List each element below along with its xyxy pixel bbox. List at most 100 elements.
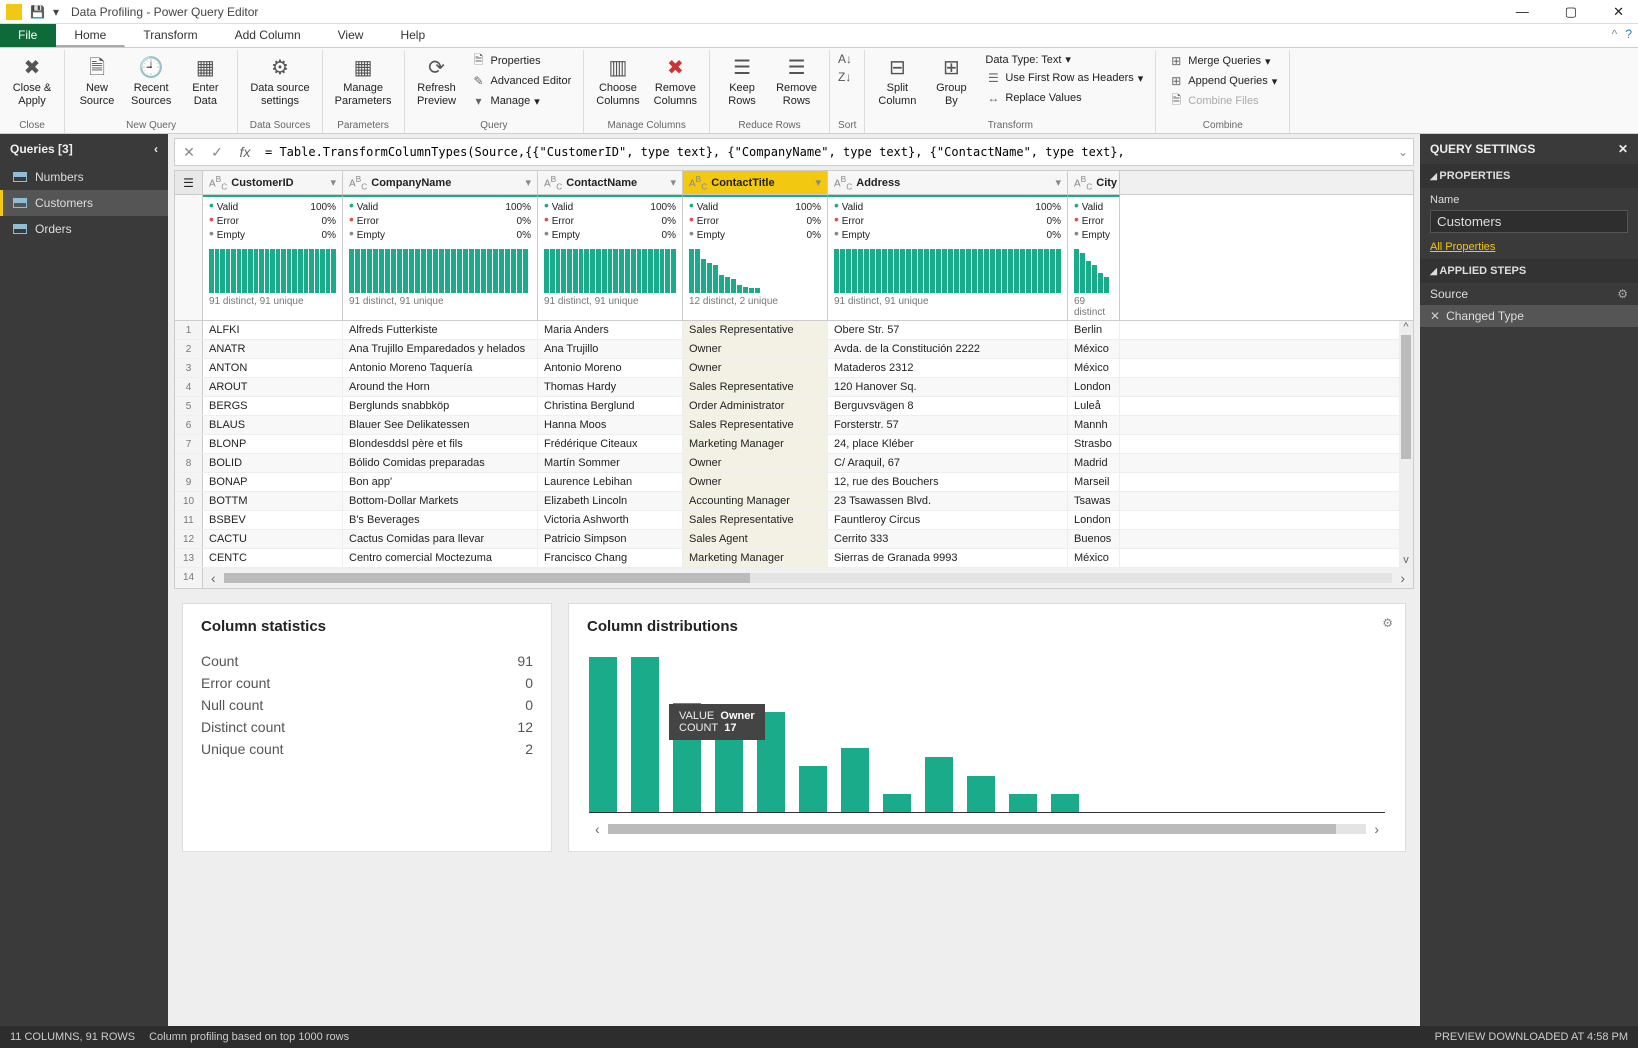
table-row[interactable]: 7BLONPBlondesddsl père et filsFrédérique… <box>175 435 1413 454</box>
cell[interactable]: 120 Hanover Sq. <box>828 378 1068 396</box>
fx-icon[interactable]: fx <box>231 144 259 160</box>
dist-bar[interactable] <box>925 757 953 812</box>
scroll-left-icon[interactable]: ‹ <box>587 821 608 837</box>
cell[interactable]: México <box>1068 549 1120 567</box>
close-icon[interactable]: ✕ <box>1618 142 1628 156</box>
cell[interactable]: Hanna Moos <box>538 416 683 434</box>
cell[interactable]: Francisco Chang <box>538 549 683 567</box>
keep-rows-button[interactable]: ☰Keep Rows <box>718 52 766 110</box>
scroll-thumb[interactable] <box>608 824 1336 834</box>
cell[interactable]: 12, rue des Bouchers <box>828 473 1068 491</box>
cell[interactable]: 24, place Kléber <box>828 435 1068 453</box>
query-item-numbers[interactable]: Numbers <box>0 164 168 190</box>
dist-bar[interactable] <box>631 657 659 812</box>
data-rows[interactable]: ^ v 1ALFKIAlfreds FutterkisteMaria Ander… <box>175 321 1413 568</box>
cell[interactable]: Antonio Moreno <box>538 359 683 377</box>
table-row[interactable]: 1ALFKIAlfreds FutterkisteMaria AndersSal… <box>175 321 1413 340</box>
table-row[interactable]: 11BSBEVB's BeveragesVictoria AshworthSal… <box>175 511 1413 530</box>
close-apply-button[interactable]: ✖ Close & Apply <box>8 52 56 110</box>
cell[interactable]: Cerrito 333 <box>828 530 1068 548</box>
cell[interactable]: Thomas Hardy <box>538 378 683 396</box>
table-row[interactable]: 5BERGSBerglunds snabbköpChristina Berglu… <box>175 397 1413 416</box>
close-icon[interactable]: ✕ <box>1605 2 1632 22</box>
maximize-icon[interactable]: ▢ <box>1557 2 1585 22</box>
cell[interactable]: Strasbo <box>1068 435 1120 453</box>
dist-bar[interactable] <box>589 657 617 812</box>
cell[interactable]: Bon app' <box>343 473 538 491</box>
scroll-up-icon[interactable]: ^ <box>1399 321 1413 335</box>
chevron-down-icon[interactable]: ▾ <box>811 176 821 189</box>
column-header-city[interactable]: ABCCity <box>1068 171 1120 194</box>
cell[interactable]: Berglunds snabbköp <box>343 397 538 415</box>
cell[interactable]: BLONP <box>203 435 343 453</box>
cell[interactable]: Bottom-Dollar Markets <box>343 492 538 510</box>
dist-bar[interactable] <box>967 776 995 812</box>
manage-parameters-button[interactable]: ▦Manage Parameters <box>331 52 396 110</box>
cell[interactable]: Owner <box>683 340 828 358</box>
cell[interactable]: Elizabeth Lincoln <box>538 492 683 510</box>
cell[interactable]: Around the Horn <box>343 378 538 396</box>
cell[interactable]: Christina Berglund <box>538 397 683 415</box>
advanced-editor-button[interactable]: ✎Advanced Editor <box>467 72 576 90</box>
vertical-scrollbar[interactable]: ^ v <box>1399 321 1413 568</box>
sort-asc-icon[interactable]: A↓ <box>838 52 852 66</box>
column-header-customerid[interactable]: ABCCustomerID▾ <box>203 171 343 194</box>
cell[interactable]: Accounting Manager <box>683 492 828 510</box>
cell[interactable]: Bólido Comidas preparadas <box>343 454 538 472</box>
recent-sources-button[interactable]: 🕘Recent Sources <box>127 52 175 110</box>
choose-columns-button[interactable]: ▥Choose Columns <box>592 52 643 110</box>
cell[interactable]: BLAUS <box>203 416 343 434</box>
cell[interactable]: Madrid <box>1068 454 1120 472</box>
remove-rows-button[interactable]: ☰Remove Rows <box>772 52 821 110</box>
scroll-right-icon[interactable]: › <box>1392 570 1413 586</box>
cell[interactable]: Sierras de Granada 9993 <box>828 549 1068 567</box>
chevron-down-icon[interactable]: ▾ <box>521 176 531 189</box>
cell[interactable]: CENTC <box>203 549 343 567</box>
table-row[interactable]: 8BOLIDBólido Comidas preparadasMartín So… <box>175 454 1413 473</box>
cell[interactable]: B's Beverages <box>343 511 538 529</box>
table-row[interactable]: 10BOTTMBottom-Dollar MarketsElizabeth Li… <box>175 492 1413 511</box>
cell[interactable]: Obere Str. 57 <box>828 321 1068 339</box>
cell[interactable]: Alfreds Futterkiste <box>343 321 538 339</box>
menu-add-column[interactable]: Add Column <box>217 24 320 47</box>
dist-bar[interactable] <box>1051 794 1079 812</box>
cell[interactable]: BERGS <box>203 397 343 415</box>
cell[interactable]: Ana Trujillo Emparedados y helados <box>343 340 538 358</box>
chevron-left-icon[interactable]: ‹ <box>154 142 158 156</box>
cell[interactable]: Ana Trujillo <box>538 340 683 358</box>
data-type-button[interactable]: Data Type: Text ▾ <box>981 52 1147 67</box>
column-header-contactname[interactable]: ABCContactName▾ <box>538 171 683 194</box>
cell[interactable]: London <box>1068 511 1120 529</box>
cell[interactable]: Antonio Moreno Taquería <box>343 359 538 377</box>
cell[interactable]: Sales Representative <box>683 511 828 529</box>
cell[interactable]: Sales Agent <box>683 530 828 548</box>
cell[interactable]: BOTTM <box>203 492 343 510</box>
remove-columns-button[interactable]: ✖Remove Columns <box>650 52 701 110</box>
manage-button[interactable]: ▾Manage ▾ <box>467 92 576 110</box>
cell[interactable]: Mataderos 2312 <box>828 359 1068 377</box>
cell[interactable]: AROUT <box>203 378 343 396</box>
sort-desc-icon[interactable]: Z↓ <box>838 70 852 84</box>
cell[interactable]: Marketing Manager <box>683 435 828 453</box>
properties-section-header[interactable]: PROPERTIES <box>1420 164 1638 188</box>
horizontal-scrollbar[interactable]: 14 ‹ › <box>175 568 1413 588</box>
table-row[interactable]: 6BLAUSBlauer See DelikatessenHanna MoosS… <box>175 416 1413 435</box>
data-source-settings-button[interactable]: ⚙Data source settings <box>246 52 313 110</box>
cell[interactable]: Sales Representative <box>683 378 828 396</box>
table-row[interactable]: 12CACTUCactus Comidas para llevarPatrici… <box>175 530 1413 549</box>
menu-file[interactable]: File <box>0 24 56 47</box>
table-row[interactable]: 2ANATRAna Trujillo Emparedados y helados… <box>175 340 1413 359</box>
cell[interactable]: Marketing Manager <box>683 549 828 567</box>
cell[interactable]: ANTON <box>203 359 343 377</box>
column-header-contacttitle[interactable]: ABCContactTitle▾ <box>683 171 828 194</box>
menu-view[interactable]: View <box>320 24 383 47</box>
dist-bar[interactable] <box>841 748 869 812</box>
menu-home[interactable]: Home <box>56 24 125 47</box>
cell[interactable]: BONAP <box>203 473 343 491</box>
menu-help[interactable]: Help <box>382 24 444 47</box>
dist-bar[interactable] <box>883 794 911 812</box>
cell[interactable]: BOLID <box>203 454 343 472</box>
formula-cancel-icon[interactable]: ✕ <box>175 144 203 161</box>
qat-dropdown-icon[interactable]: ▾ <box>53 5 59 19</box>
status-profiling[interactable]: Column profiling based on top 1000 rows <box>149 1031 349 1043</box>
